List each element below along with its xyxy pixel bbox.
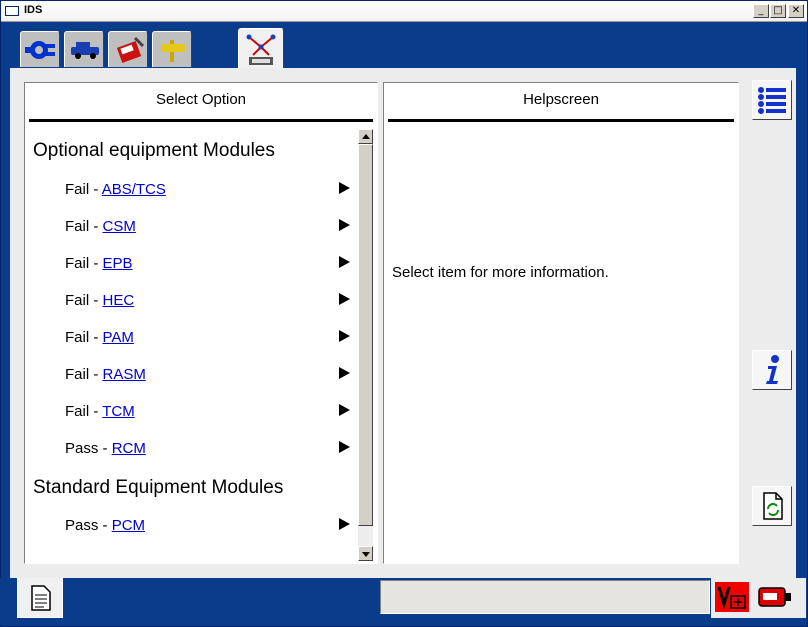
option-item[interactable]: Fail - RASM bbox=[65, 366, 350, 383]
direction-sign-icon bbox=[161, 40, 187, 62]
option-status: Fail - bbox=[65, 255, 103, 272]
group-heading-standard: Standard Equipment Modules bbox=[33, 477, 284, 498]
option-status: Fail - bbox=[65, 403, 103, 420]
main-content: Select Option Optional equipment Modules… bbox=[10, 68, 796, 578]
arrow-right-icon[interactable] bbox=[339, 219, 350, 231]
module-link[interactable]: ABS/TCS bbox=[102, 181, 166, 198]
list-icon bbox=[758, 87, 786, 114]
option-status: Fail - bbox=[65, 366, 103, 383]
module-link[interactable]: EPB bbox=[103, 255, 133, 272]
network-test-icon bbox=[246, 34, 276, 65]
window-icon bbox=[5, 6, 19, 16]
option-item[interactable]: Pass - PCM bbox=[65, 517, 350, 534]
option-item[interactable]: Fail - EPB bbox=[65, 255, 350, 272]
arrow-right-icon[interactable] bbox=[339, 182, 350, 194]
minimize-button[interactable]: _ bbox=[753, 4, 769, 18]
scroll-down-button[interactable] bbox=[358, 546, 373, 561]
connector-icon bbox=[25, 41, 55, 59]
tab-document[interactable] bbox=[17, 578, 63, 618]
scroll-up-button[interactable] bbox=[358, 129, 373, 144]
option-status: Fail - bbox=[65, 329, 103, 346]
list-button[interactable] bbox=[752, 80, 792, 120]
refresh-document-button[interactable] bbox=[752, 486, 792, 526]
vcm-connection-icon[interactable] bbox=[757, 584, 793, 610]
window-title: IDS bbox=[24, 4, 43, 16]
info-button[interactable] bbox=[752, 350, 792, 390]
arrow-right-icon[interactable] bbox=[339, 404, 350, 416]
select-option-header: Select Option bbox=[29, 83, 373, 122]
vehicle-icon bbox=[71, 42, 99, 59]
arrow-right-icon[interactable] bbox=[339, 293, 350, 305]
module-link[interactable]: RCM bbox=[112, 440, 146, 457]
title-bar: IDS _ □ ✕ bbox=[1, 1, 807, 22]
tab-toolbox[interactable] bbox=[108, 31, 148, 67]
option-item[interactable]: Fail - HEC bbox=[65, 292, 350, 309]
helpscreen-header: Helpscreen bbox=[388, 83, 734, 122]
option-status: Fail - bbox=[65, 218, 103, 235]
tab-connector[interactable] bbox=[20, 31, 60, 67]
toolbox-icon bbox=[116, 36, 145, 63]
option-item[interactable]: Fail - CSM bbox=[65, 218, 350, 235]
maximize-button[interactable]: □ bbox=[770, 4, 786, 18]
module-link[interactable]: PAM bbox=[103, 329, 134, 346]
module-link[interactable]: HEC bbox=[103, 292, 135, 309]
document-icon bbox=[31, 585, 51, 611]
option-status: Fail - bbox=[65, 292, 103, 309]
refresh-document-icon bbox=[763, 492, 783, 520]
scroll-thumb[interactable] bbox=[358, 144, 373, 526]
option-status: Pass - bbox=[65, 517, 112, 534]
helpscreen-panel: Helpscreen Select item for more informat… bbox=[383, 82, 739, 564]
option-status: Fail - bbox=[65, 181, 102, 198]
option-status: Pass - bbox=[65, 440, 112, 457]
arrow-right-icon[interactable] bbox=[339, 367, 350, 379]
vehicle-battery-icon[interactable] bbox=[715, 582, 749, 612]
close-button[interactable]: ✕ bbox=[788, 4, 804, 18]
info-icon bbox=[766, 355, 779, 384]
indicator-area bbox=[711, 578, 806, 618]
option-item[interactable]: Fail - ABS/TCS bbox=[65, 181, 350, 198]
tab-network-test[interactable] bbox=[238, 28, 284, 70]
module-link[interactable]: CSM bbox=[103, 218, 136, 235]
vertical-scrollbar[interactable] bbox=[358, 129, 373, 561]
module-link[interactable]: TCM bbox=[102, 403, 135, 420]
arrow-right-icon[interactable] bbox=[339, 256, 350, 268]
help-message: Select item for more information. bbox=[392, 264, 609, 281]
option-item[interactable]: Fail - TCM bbox=[65, 403, 350, 420]
tab-direction[interactable] bbox=[152, 31, 192, 67]
tab-vehicle[interactable] bbox=[64, 31, 104, 67]
option-item[interactable]: Fail - PAM bbox=[65, 329, 350, 346]
arrow-right-icon[interactable] bbox=[339, 518, 350, 530]
status-field bbox=[380, 580, 710, 614]
group-heading-optional: Optional equipment Modules bbox=[33, 140, 275, 161]
module-link[interactable]: RASM bbox=[103, 366, 146, 383]
select-option-panel: Select Option Optional equipment Modules… bbox=[24, 82, 378, 564]
option-item[interactable]: Pass - RCM bbox=[65, 440, 350, 457]
arrow-right-icon[interactable] bbox=[339, 330, 350, 342]
arrow-right-icon[interactable] bbox=[339, 441, 350, 453]
module-link[interactable]: PCM bbox=[112, 517, 145, 534]
